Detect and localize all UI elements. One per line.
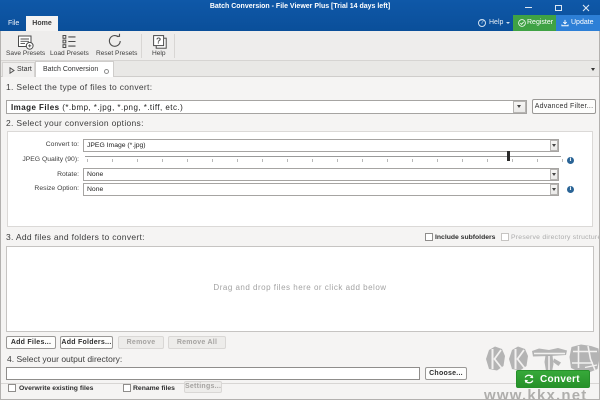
- svg-text:?: ?: [156, 36, 161, 46]
